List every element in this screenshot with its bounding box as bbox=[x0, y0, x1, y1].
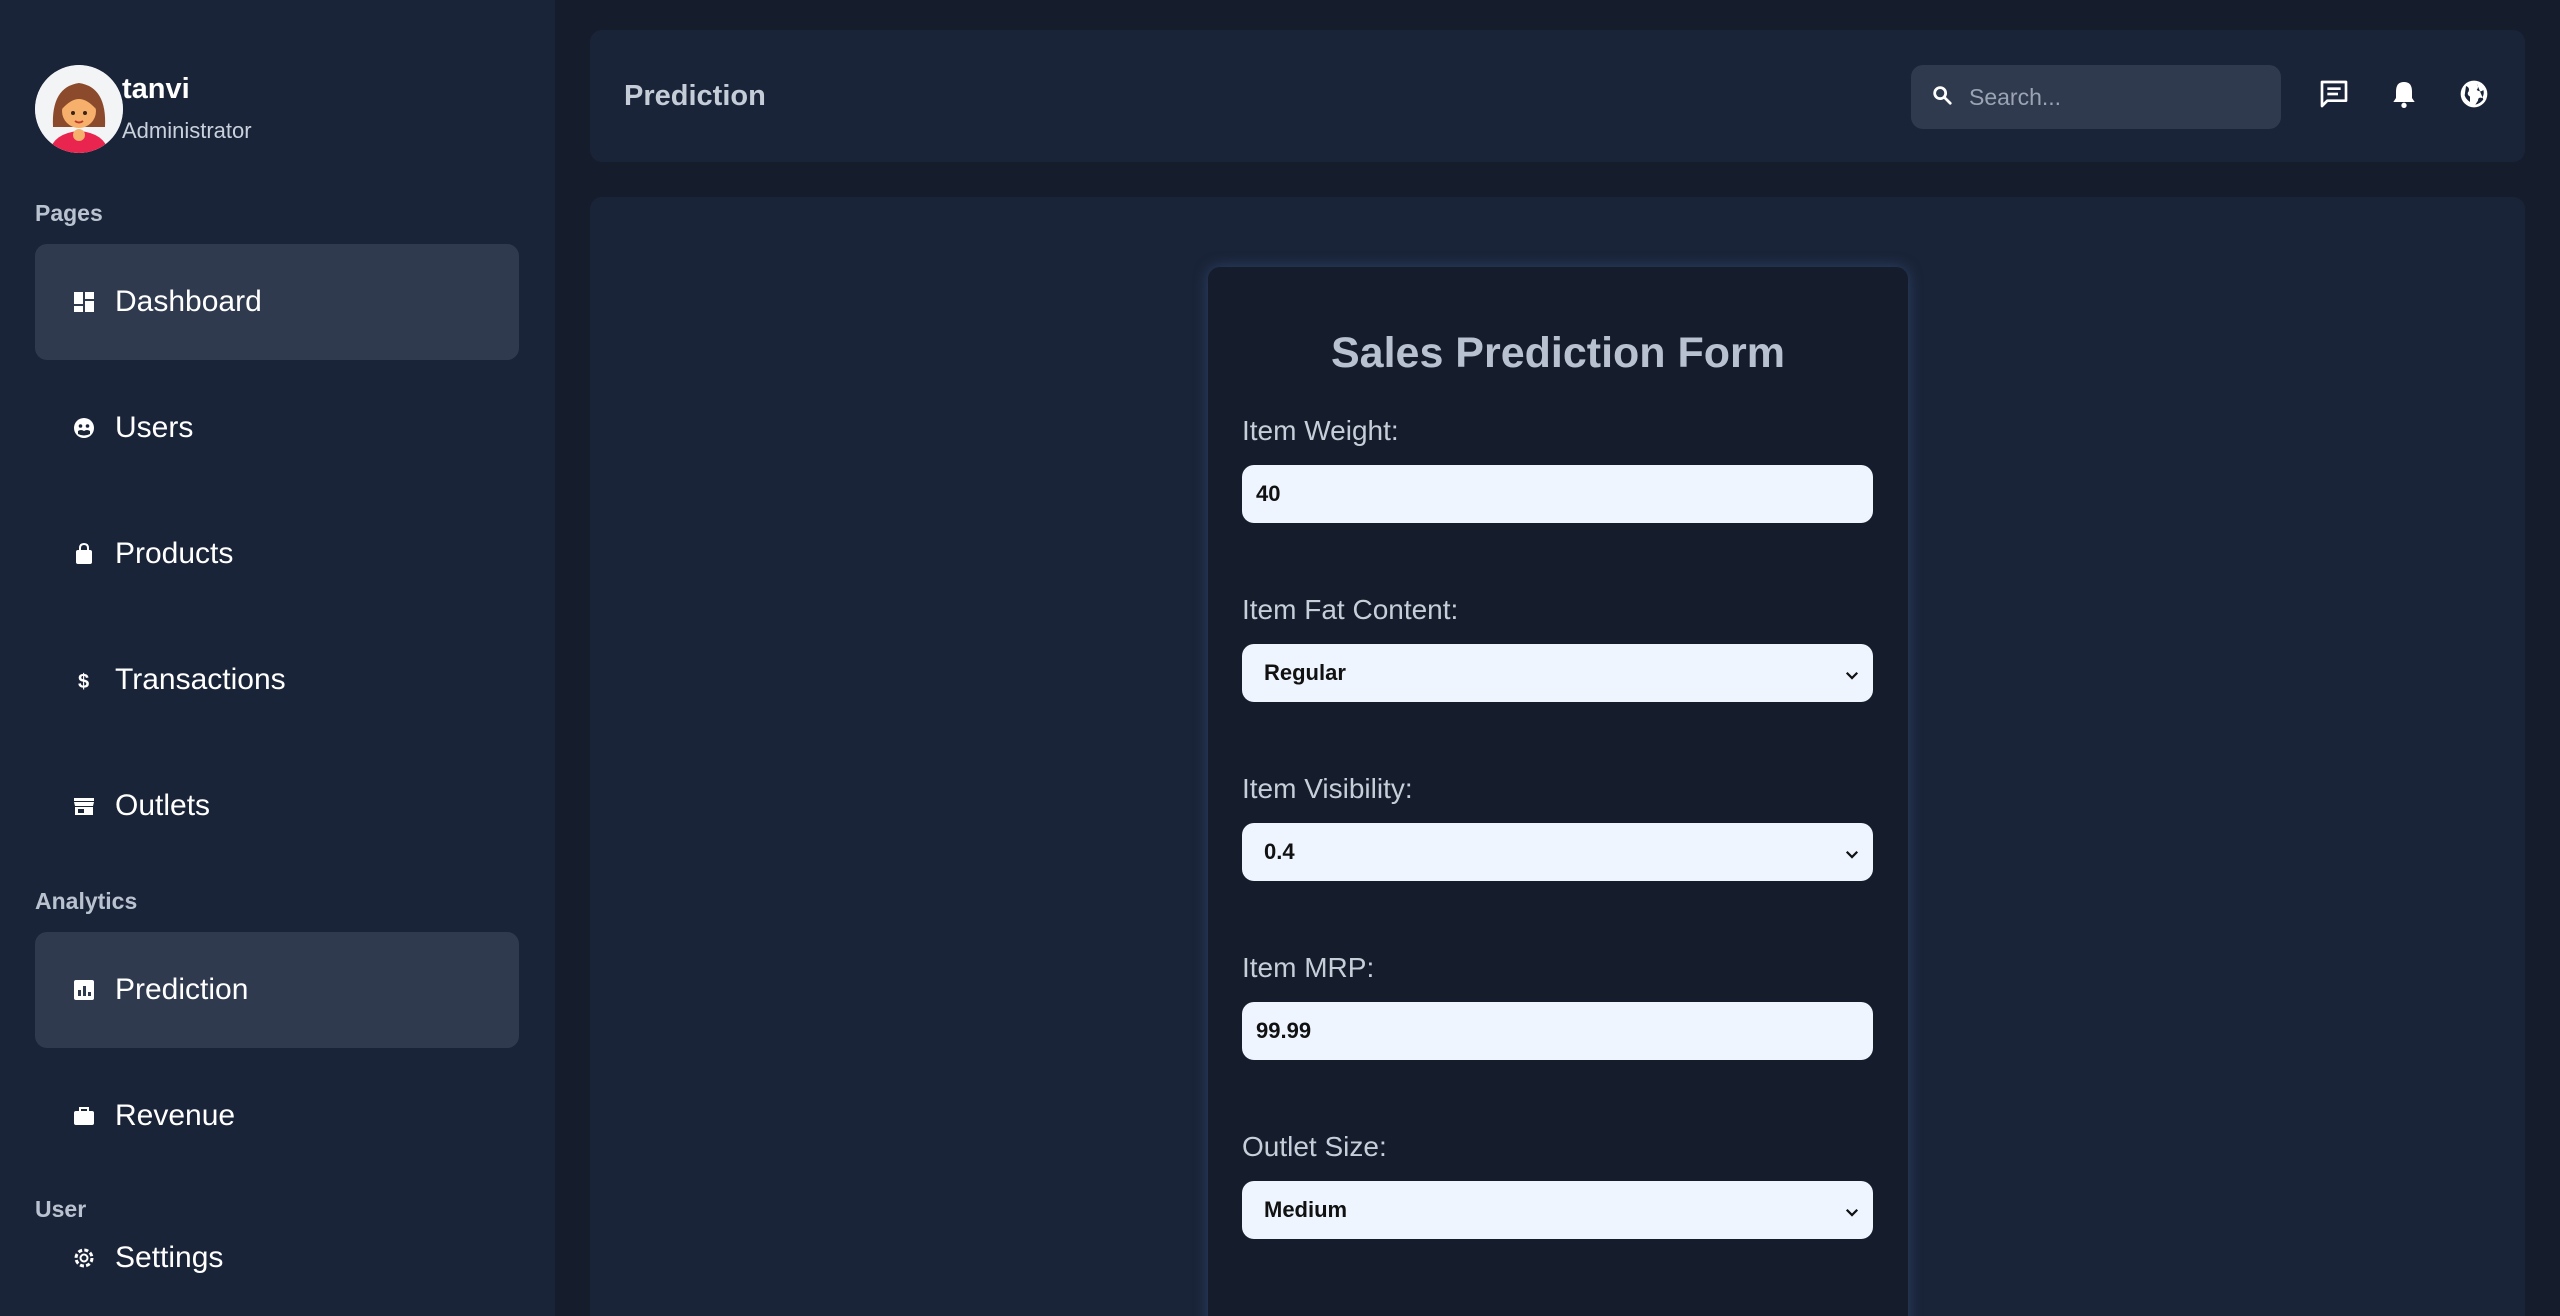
item-visibility-select[interactable]: 0.4 bbox=[1242, 823, 1873, 881]
item-weight-input[interactable]: 40 bbox=[1242, 465, 1873, 523]
dollar-icon: $ bbox=[71, 667, 97, 693]
top-bar: Prediction bbox=[590, 30, 2525, 162]
chat-icon[interactable] bbox=[2318, 78, 2350, 110]
dashboard-icon bbox=[71, 289, 97, 315]
sidebar-item-transactions[interactable]: $ Transactions bbox=[35, 622, 519, 738]
sidebar-item-products[interactable]: Products bbox=[35, 496, 519, 612]
profile-name: tanvi bbox=[122, 73, 190, 105]
sidebar-item-label: Settings bbox=[115, 1241, 224, 1274]
briefcase-icon bbox=[71, 1103, 97, 1129]
shopping-bag-icon bbox=[71, 541, 97, 567]
sidebar-item-revenue[interactable]: Revenue bbox=[35, 1058, 519, 1174]
item-visibility-label: Item Visibility: bbox=[1242, 773, 1413, 804]
item-mrp-input[interactable]: 99.99 bbox=[1242, 1002, 1873, 1060]
sidebar-item-label: Dashboard bbox=[115, 285, 262, 318]
chevron-down-icon bbox=[1843, 1201, 1861, 1219]
sidebar-item-settings[interactable]: Settings bbox=[35, 1240, 519, 1316]
item-mrp-label: Item MRP: bbox=[1242, 952, 1375, 983]
form-title: Sales Prediction Form bbox=[1330, 329, 1786, 377]
users-icon bbox=[71, 415, 97, 441]
user-profile[interactable]: tanvi Administrator bbox=[35, 65, 252, 153]
section-label-pages: Pages bbox=[35, 200, 103, 226]
chevron-down-icon bbox=[1843, 843, 1861, 861]
search-input[interactable] bbox=[1969, 83, 2259, 111]
section-label-user: User bbox=[35, 1196, 87, 1222]
sidebar-item-dashboard[interactable]: Dashboard bbox=[35, 244, 519, 360]
search-box[interactable] bbox=[1911, 65, 2281, 129]
globe-icon[interactable] bbox=[2458, 78, 2490, 110]
select-value: 0.4 bbox=[1264, 839, 1295, 864]
item-fat-content-label: Item Fat Content: bbox=[1242, 594, 1459, 625]
chart-icon bbox=[71, 977, 97, 1003]
outlet-size-label: Outlet Size: bbox=[1242, 1131, 1387, 1162]
select-value: Regular bbox=[1264, 660, 1346, 685]
avatar[interactable] bbox=[35, 65, 123, 153]
sidebar-item-users[interactable]: Users bbox=[35, 370, 519, 486]
sidebar-item-label: Transactions bbox=[115, 663, 286, 696]
store-icon bbox=[71, 793, 97, 819]
sidebar-item-label: Outlets bbox=[115, 789, 211, 822]
item-weight-label: Item Weight: bbox=[1242, 415, 1399, 446]
prediction-form-card: Sales Prediction Form Item Weight: 40 It… bbox=[1208, 267, 1908, 1316]
sidebar-item-prediction[interactable]: Prediction bbox=[35, 932, 519, 1048]
chevron-down-icon bbox=[1843, 664, 1861, 682]
sidebar-item-label: Revenue bbox=[115, 1099, 236, 1132]
svg-text:$: $ bbox=[78, 671, 89, 692]
sidebar-item-label: Users bbox=[115, 411, 194, 444]
sidebar-item-label: Prediction bbox=[115, 973, 249, 1006]
main-content: Sales Prediction Form Item Weight: 40 It… bbox=[590, 197, 2525, 1316]
section-label-analytics: Analytics bbox=[35, 888, 138, 914]
item-fat-content-select[interactable]: Regular bbox=[1242, 644, 1873, 702]
search-icon bbox=[1931, 84, 1953, 111]
profile-role: Administrator bbox=[122, 118, 252, 143]
sidebar-item-label: Products bbox=[115, 537, 234, 570]
select-value: Medium bbox=[1264, 1197, 1348, 1222]
bell-icon[interactable] bbox=[2388, 78, 2420, 110]
gear-icon bbox=[71, 1245, 97, 1271]
sidebar-item-outlets[interactable]: Outlets bbox=[35, 748, 519, 864]
sidebar: tanvi Administrator Pages Dashboard User… bbox=[0, 0, 555, 1316]
outlet-size-select[interactable]: Medium bbox=[1242, 1181, 1873, 1239]
page-title: Prediction bbox=[624, 80, 766, 112]
